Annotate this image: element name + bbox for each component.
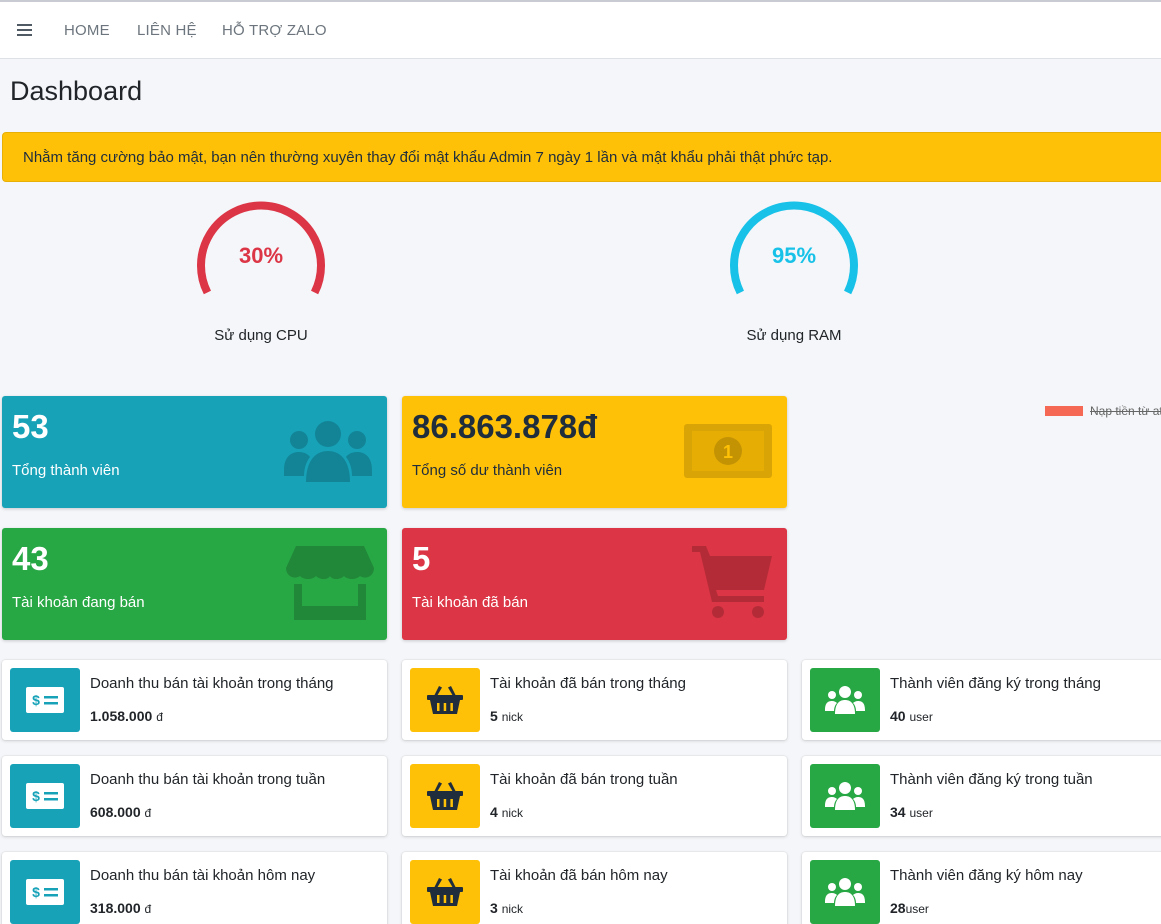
users-icon [284, 421, 372, 482]
cpu-gauge: 30% Sử dụng CPU [191, 198, 331, 358]
info-box-value: 28 [890, 900, 906, 916]
svg-text:$: $ [32, 788, 40, 804]
info-box-unit: user [909, 710, 933, 724]
info-box-unit: nick [501, 806, 524, 820]
info-box-unit: user [905, 902, 929, 916]
cpu-gauge-label: Sử dụng CPU [214, 327, 308, 344]
shopping-cart-icon [692, 546, 772, 618]
info-box-sold-today[interactable]: Tài khoản đã bán hôm nay 3 nick [402, 852, 787, 924]
shopping-basket-icon [410, 668, 480, 732]
info-box-number: 4 nick [490, 804, 523, 820]
info-box-unit: user [909, 806, 933, 820]
info-box-unit: nick [501, 902, 524, 916]
info-box-value: 318.000 [90, 900, 141, 916]
money-bill-icon: 1 [684, 424, 772, 478]
users-icon [810, 860, 880, 924]
info-box-title: Thành viên đăng ký trong tháng [890, 675, 1101, 692]
stat-label: Tài khoản đã bán [412, 594, 528, 611]
info-box-sold-week[interactable]: Tài khoản đã bán trong tuần 4 nick [402, 756, 787, 836]
security-alert: Nhằm tăng cường bảo mật, bạn nên thường … [2, 132, 1161, 182]
info-box-revenue-week[interactable]: $ Doanh thu bán tài khoản trong tuần 608… [2, 756, 387, 836]
info-box-members-month[interactable]: Thành viên đăng ký trong tháng 40 user [802, 660, 1161, 740]
users-icon [810, 764, 880, 828]
info-box-members-week[interactable]: Thành viên đăng ký trong tuần 34 user [802, 756, 1161, 836]
info-box-title: Doanh thu bán tài khoản trong tháng [90, 675, 334, 692]
hamburger-icon[interactable] [17, 24, 32, 37]
info-box-members-today[interactable]: Thành viên đăng ký hôm nay 28user [802, 852, 1161, 924]
info-box-number: 34 user [890, 804, 933, 820]
stat-value: 5 [412, 540, 431, 577]
nav-link-home[interactable]: HOME [64, 22, 110, 39]
info-box-value: 40 [890, 708, 906, 724]
nav-link-contact[interactable]: LIÊN HỆ [137, 22, 197, 39]
info-box-unit: đ [156, 710, 163, 724]
info-box-number: 40 user [890, 708, 933, 724]
info-box-title: Tài khoản đã bán trong tuần [490, 771, 678, 788]
info-box-title: Tài khoản đã bán trong tháng [490, 675, 686, 692]
info-box-unit: nick [501, 710, 524, 724]
info-box-sold-month[interactable]: Tài khoản đã bán trong tháng 5 nick [402, 660, 787, 740]
svg-text:$: $ [32, 884, 40, 900]
legend-label: Nạp tiền từ atm [1090, 404, 1161, 418]
info-box-number: 5 nick [490, 708, 523, 724]
stat-box-members[interactable]: 53 Tổng thành viên [2, 396, 387, 508]
stat-value: 43 [12, 540, 49, 577]
money-check-icon: $ [10, 668, 80, 732]
info-box-revenue-month[interactable]: $ Doanh thu bán tài khoản trong tháng 1.… [2, 660, 387, 740]
stat-box-selling[interactable]: 43 Tài khoản đang bán [2, 528, 387, 640]
money-check-icon: $ [10, 764, 80, 828]
info-box-value: 4 [490, 804, 498, 820]
info-box-value: 5 [490, 708, 498, 724]
info-box-number: 1.058.000 đ [90, 708, 163, 724]
users-icon [810, 668, 880, 732]
info-box-title: Tài khoản đã bán hôm nay [490, 867, 668, 884]
top-navbar: HOME LIÊN HỆ HỖ TRỢ ZALO [0, 0, 1161, 59]
info-box-revenue-today[interactable]: $ Doanh thu bán tài khoản hôm nay 318.00… [2, 852, 387, 924]
info-box-title: Doanh thu bán tài khoản trong tuần [90, 771, 326, 788]
stat-label: Tổng thành viên [12, 462, 120, 479]
info-box-number: 3 nick [490, 900, 523, 916]
info-box-unit: đ [144, 902, 152, 916]
stat-box-balance[interactable]: 86.863.878đ Tổng số dư thành viên 1 [402, 396, 787, 508]
stat-box-sold[interactable]: 5 Tài khoản đã bán [402, 528, 787, 640]
chart-legend-item[interactable]: Nạp tiền từ atm [1045, 404, 1161, 418]
stat-label: Tổng số dư thành viên [412, 462, 563, 479]
info-box-number: 608.000 đ [90, 804, 151, 820]
stat-value: 86.863.878đ [412, 408, 598, 445]
info-box-number: 318.000 đ [90, 900, 151, 916]
shopping-basket-icon [410, 764, 480, 828]
money-check-icon: $ [10, 860, 80, 924]
stat-label: Tài khoản đang bán [12, 594, 145, 611]
page-title: Dashboard [10, 76, 143, 106]
ram-gauge: 95% Sử dụng RAM [724, 198, 864, 358]
nav-link-zalo-support[interactable]: HỖ TRỢ ZALO [222, 22, 327, 39]
ram-gauge-label: Sử dụng RAM [746, 327, 842, 344]
info-box-value: 34 [890, 804, 906, 820]
ram-gauge-value: 95% [771, 243, 817, 268]
info-box-title: Doanh thu bán tài khoản hôm nay [90, 867, 316, 884]
svg-text:1: 1 [723, 442, 733, 462]
info-box-value: 1.058.000 [90, 708, 153, 724]
cpu-gauge-value: 30% [238, 243, 284, 268]
shopping-basket-icon [410, 860, 480, 924]
info-box-value: 608.000 [90, 804, 141, 820]
svg-text:$: $ [32, 692, 40, 708]
stat-value: 53 [12, 408, 49, 445]
info-box-title: Thành viên đăng ký hôm nay [890, 867, 1083, 884]
info-box-title: Thành viên đăng ký trong tuần [890, 771, 1093, 788]
info-box-unit: đ [144, 806, 152, 820]
legend-swatch [1045, 406, 1083, 416]
store-icon [286, 546, 374, 620]
info-box-value: 3 [490, 900, 498, 916]
info-box-number: 28user [890, 900, 929, 916]
